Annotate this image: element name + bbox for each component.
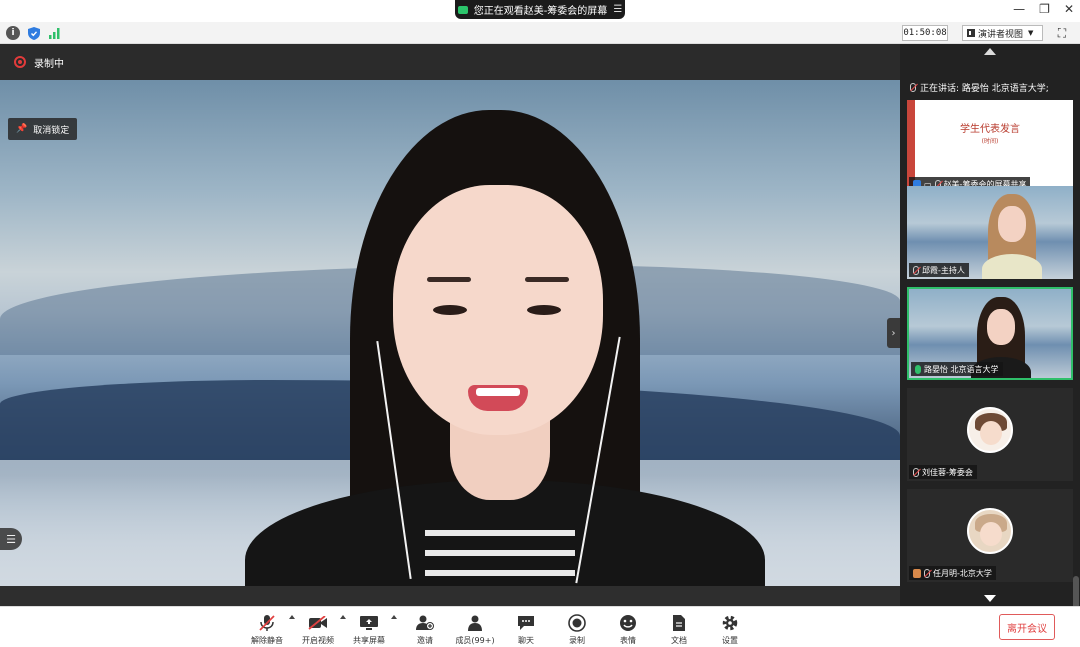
recording-label: 录制中 [34, 58, 64, 70]
gear-icon [720, 614, 740, 632]
chat-button[interactable]: 聊天 [516, 609, 536, 646]
meeting-toolbar: 解除静音 开启视频 共享屏幕 邀请 成员(99+) 聊天 录制 表情 文档 设置… [0, 606, 1080, 647]
restore-icon[interactable]: ❐ [1039, 2, 1050, 16]
slide-title: 学生代表发言 [960, 124, 1020, 135]
unmute-button[interactable]: 解除静音 [250, 609, 284, 646]
avatar [967, 508, 1013, 554]
signal-icon[interactable] [48, 26, 62, 40]
shield-icon[interactable] [27, 26, 41, 40]
chevron-down-icon: ▼ [1028, 29, 1034, 37]
view-mode-select[interactable]: 演讲者视图 ▼ [962, 25, 1043, 41]
menu-icon[interactable]: ☰ [613, 4, 622, 15]
unpin-label: 取消锁定 [33, 125, 70, 136]
video-off-icon [308, 614, 328, 632]
fullscreen-icon[interactable]: ⛶ [1054, 25, 1070, 41]
share-options-caret[interactable] [391, 615, 397, 619]
mic-off-icon [913, 467, 919, 477]
leave-meeting-button[interactable]: 离开会议 [999, 614, 1055, 640]
share-screen-button[interactable]: 共享屏幕 [351, 609, 387, 646]
speaking-text: 正在讲话: 路晏怡 北京语言大学; [920, 83, 1049, 94]
participant-tile-host[interactable]: 邱霞-主持人 [907, 186, 1073, 279]
scroll-down-icon[interactable] [984, 595, 996, 602]
avatar [967, 407, 1013, 453]
speaker-video[interactable]: 📌 取消锁定 [0, 80, 900, 586]
tile-label: 邱霞-主持人 [909, 263, 969, 277]
record-button[interactable]: 录制 [567, 609, 587, 646]
recording-bar: 录制中 [0, 44, 900, 80]
mic-muted-icon [257, 614, 277, 632]
members-icon [465, 614, 485, 632]
record-icon [567, 614, 587, 632]
view-mode-label: 演讲者视图 [978, 29, 1024, 40]
pin-icon: 📌 [16, 124, 28, 134]
user-icon [913, 568, 921, 578]
participants-sidebar: 正在讲话: 路晏怡 北京语言大学; 学生代表发言 (时间) ▭ 赵美-筹委会的屏… [900, 44, 1080, 606]
reactions-button[interactable]: 表情 [618, 609, 638, 646]
start-video-button[interactable]: 开启视频 [300, 609, 336, 646]
mic-off-icon [910, 82, 916, 92]
participant-tile-avatar[interactable]: 任月明-北京大学 [907, 489, 1073, 582]
members-button[interactable]: 成员(99+) [455, 609, 495, 646]
document-icon [669, 614, 689, 632]
slide-subtitle: (时间) [981, 138, 999, 145]
settings-button[interactable]: 设置 [720, 609, 740, 646]
scroll-up-icon[interactable] [984, 48, 996, 55]
participant-video [982, 194, 1042, 279]
video-options-caret[interactable] [340, 615, 346, 619]
participant-tile-avatar[interactable]: 刘佳蓉-筹委会 [907, 388, 1073, 481]
window-controls: — ❐ ✕ [1013, 2, 1074, 16]
title-bar: 您正在观看赵美-筹委会的屏幕 ☰ — ❐ ✕ [0, 0, 1080, 22]
main-bottom-strip [0, 586, 900, 606]
collapse-sidebar-button[interactable]: › [887, 318, 900, 348]
meeting-timer: 01:50:08 [902, 25, 948, 41]
close-icon[interactable]: ✕ [1064, 2, 1074, 16]
invite-button[interactable]: 邀请 [413, 609, 437, 646]
audio-options-caret[interactable] [289, 615, 295, 619]
meeting-window: 您正在观看赵美-筹委会的屏幕 ☰ — ❐ ✕ i 01:50:08 演讲者视图 … [0, 0, 1080, 647]
screen-share-banner[interactable]: 您正在观看赵美-筹委会的屏幕 ☰ [455, 0, 625, 19]
info-bar: i 01:50:08 演讲者视图 ▼ ⛶ [0, 22, 1080, 44]
tile-label: 任月明-北京大学 [909, 566, 996, 580]
smile-icon [618, 614, 638, 632]
share-banner-text: 您正在观看赵美-筹委会的屏幕 [473, 6, 608, 17]
chat-icon [516, 614, 536, 632]
speaker-person [245, 110, 765, 586]
mic-off-icon [913, 265, 919, 275]
camera-icon [457, 5, 468, 14]
list-toggle-icon[interactable]: ☰ [0, 528, 22, 550]
share-screen-icon [359, 614, 379, 632]
main-video-area: 录制中 📌 取消锁定 › ☰ [0, 44, 900, 606]
unpin-button[interactable]: 📌 取消锁定 [8, 118, 78, 140]
docs-button[interactable]: 文档 [669, 609, 689, 646]
speaking-indicator: 正在讲话: 路晏怡 北京语言大学; [906, 77, 1074, 97]
recording-icon [14, 56, 26, 68]
speaker-view-icon [967, 29, 975, 37]
invite-icon [415, 614, 435, 632]
tile-label: 路晏怡 北京语言大学 [911, 362, 1003, 376]
mic-on-icon [915, 364, 921, 374]
minimize-icon[interactable]: — [1013, 2, 1025, 16]
participant-tile-active-speaker[interactable]: 路晏怡 北京语言大学 [907, 287, 1073, 380]
tile-label: 刘佳蓉-筹委会 [909, 465, 977, 479]
mic-off-icon [924, 568, 930, 578]
info-icon[interactable]: i [6, 26, 20, 40]
participant-tile-screen-share[interactable]: 学生代表发言 (时间) ▭ 赵美-筹委会的屏幕共享 [907, 100, 1073, 193]
